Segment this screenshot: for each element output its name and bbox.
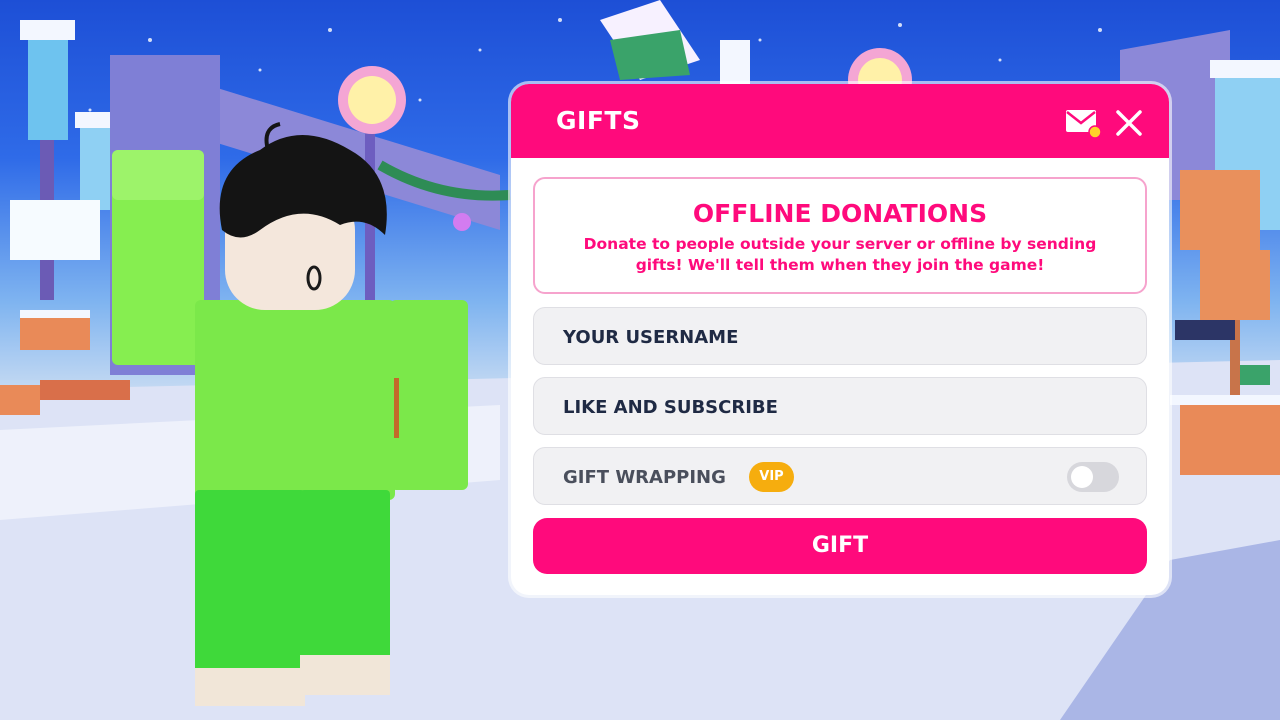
- offline-donations-info: OFFLINE DONATIONS Donate to people outsi…: [533, 177, 1147, 294]
- gift-wrapping-toggle[interactable]: [1067, 462, 1119, 492]
- panel-header: GIFTS: [511, 84, 1169, 158]
- mail-icon: [1066, 110, 1102, 139]
- close-icon: [1116, 110, 1142, 136]
- gift-wrapping-row: GIFT WRAPPING VIP: [533, 447, 1147, 505]
- ornament: [453, 213, 471, 231]
- toggle-knob: [1071, 466, 1093, 488]
- gifts-panel: GIFTS OFFLINE DONATIONS Donate to people…: [511, 84, 1169, 595]
- username-field[interactable]: YOUR USERNAME: [533, 307, 1147, 365]
- notification-dot: [1088, 125, 1102, 139]
- info-description: Donate to people outside your server or …: [583, 235, 1097, 274]
- mail-button[interactable]: [1065, 108, 1102, 139]
- message-field-text: LIKE AND SUBSCRIBE: [563, 397, 778, 418]
- gift-wrapping-label: GIFT WRAPPING: [563, 467, 726, 488]
- close-button[interactable]: [1114, 108, 1144, 138]
- vip-badge: VIP: [749, 462, 794, 492]
- gift-button[interactable]: GIFT: [533, 518, 1147, 574]
- username-field-text: YOUR USERNAME: [563, 327, 739, 348]
- info-heading: OFFLINE DONATIONS: [692, 199, 988, 228]
- panel-title: GIFTS: [556, 106, 641, 135]
- message-field[interactable]: LIKE AND SUBSCRIBE: [533, 377, 1147, 435]
